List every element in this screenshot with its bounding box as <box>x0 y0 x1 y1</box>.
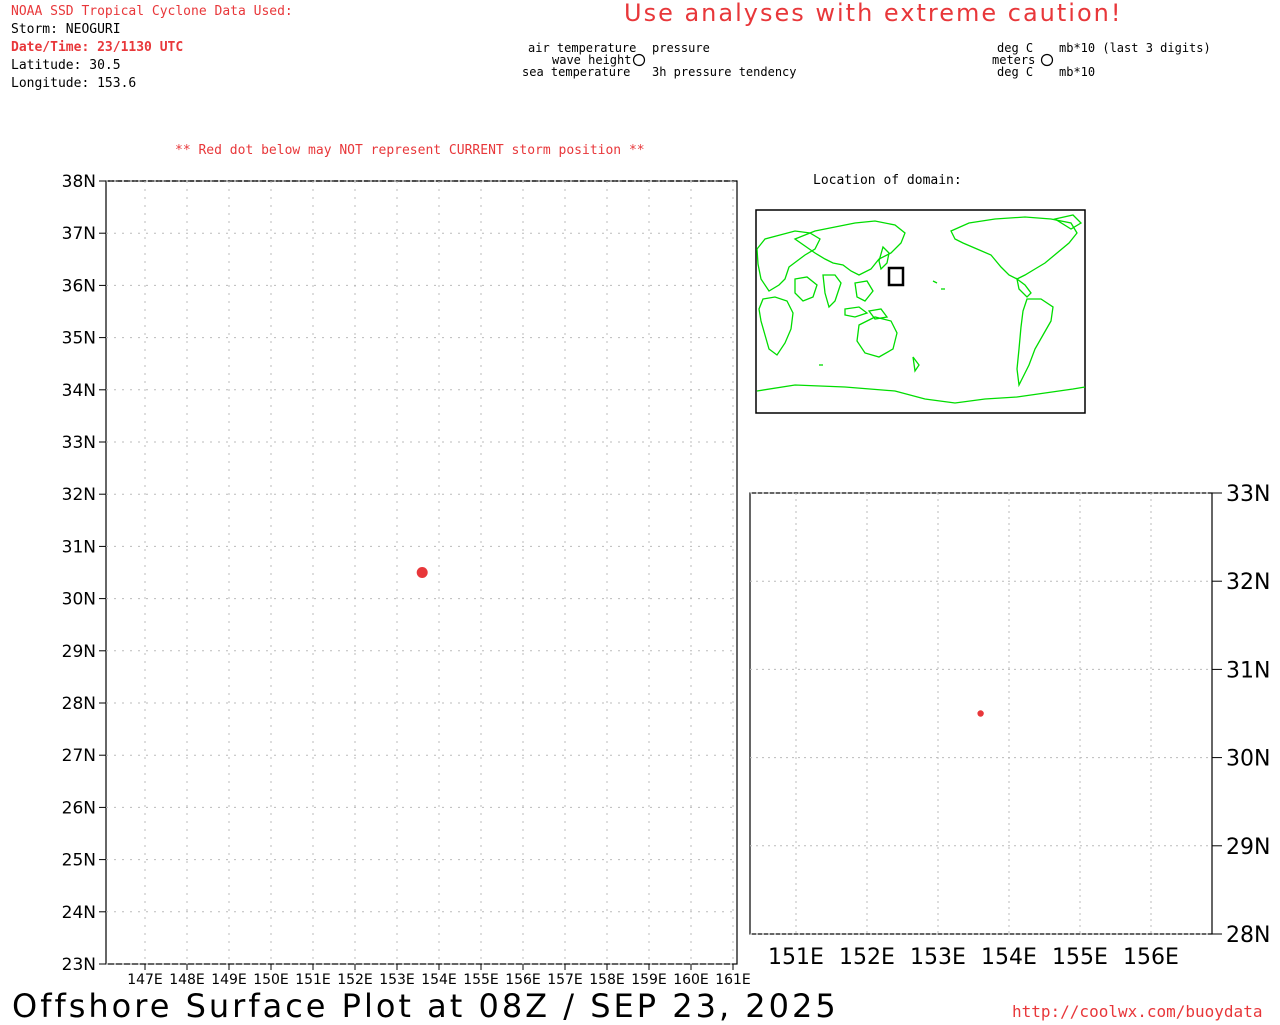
zoom-lat-label: 32N <box>1226 570 1270 595</box>
lon-label: 155E <box>463 972 499 988</box>
lat-label: 28N <box>62 694 96 714</box>
zoom-lon-label: 152E <box>839 945 895 970</box>
lon-label: 156E <box>505 972 541 988</box>
lat-label: 36N <box>62 276 96 296</box>
lat-label: 24N <box>62 903 96 923</box>
zoom-lat-label: 28N <box>1226 923 1270 948</box>
units-circle-icon <box>1040 53 1054 67</box>
lon-label: 159E <box>631 972 667 988</box>
zoom-lon-label: 156E <box>1123 945 1179 970</box>
lon-label: 157E <box>547 972 583 988</box>
units-sea-temperature: deg C <box>997 65 1034 79</box>
lat-label: 26N <box>62 798 96 818</box>
zoom-storm-position-dot <box>977 710 984 717</box>
units-pressure-tendency: mb*10 <box>1059 65 1096 79</box>
inset-title: Location of domain: <box>813 173 962 188</box>
world-locator-map <box>755 209 1086 414</box>
lat-label: 25N <box>62 851 96 871</box>
lat-label: 32N <box>62 485 96 505</box>
lon-label: 153E <box>379 972 415 988</box>
lat-label: 37N <box>62 224 96 244</box>
lat-label: 23N <box>62 955 96 975</box>
lon-label: 149E <box>211 972 247 988</box>
zoom-lat-label: 29N <box>1226 835 1270 860</box>
lon-label: 152E <box>337 972 373 988</box>
lon-label: 158E <box>589 972 625 988</box>
zoom-lon-label: 153E <box>910 945 966 970</box>
lat-label: 29N <box>62 642 96 662</box>
lon-label: 151E <box>295 972 331 988</box>
lat-label: 31N <box>62 537 96 557</box>
zoom-lat-label: 31N <box>1226 658 1270 683</box>
zoom-lon-label: 155E <box>1052 945 1108 970</box>
storm-position-dot <box>416 567 428 578</box>
zoom-lon-label: 154E <box>981 945 1037 970</box>
lon-label: 161E <box>715 972 751 988</box>
zoom-lat-label: 30N <box>1226 747 1270 772</box>
zoom-lon-label: 151E <box>768 945 824 970</box>
lat-label: 35N <box>62 329 96 349</box>
lon-label: 160E <box>673 972 709 988</box>
lat-label: 27N <box>62 746 96 766</box>
lon-label: 150E <box>253 972 289 988</box>
zoom-lat-label: 33N <box>1226 482 1270 507</box>
zoom-map: 28N 29N 30N 31N 32N 33N 151E 152E 153E 154E 155E 15… <box>749 482 1270 970</box>
source-url[interactable]: http://coolwx.com/buoydata <box>1012 1002 1262 1021</box>
lat-label: 30N <box>62 590 96 610</box>
lon-label: 154E <box>421 972 457 988</box>
plot-title: Offshore Surface Plot at 08Z / SEP 23, 2… <box>12 987 839 1025</box>
lat-label: 34N <box>62 381 96 401</box>
lat-label: 38N <box>62 172 96 192</box>
lat-label: 33N <box>62 433 96 453</box>
main-map: 23N 24N 25N 26N 27N 28N 29N 30N 31N 32N 33N 34N 35N 3… <box>62 172 751 988</box>
units-pressure: mb*10 (last 3 digits) <box>1059 41 1211 55</box>
lon-label: 147E <box>127 972 163 988</box>
lon-label: 148E <box>169 972 205 988</box>
